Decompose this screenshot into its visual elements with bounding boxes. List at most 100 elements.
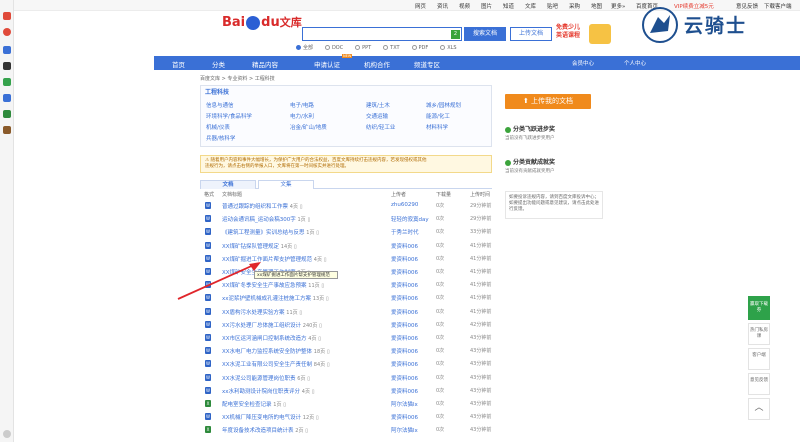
uploader-link[interactable]: 爱资料006 — [391, 268, 418, 276]
filter-option[interactable]: XLS — [440, 45, 457, 51]
baidu-wenku-logo[interactable]: Bai du文库 — [222, 14, 302, 30]
category-link[interactable]: 机械/仪表 — [206, 123, 230, 131]
game-icon[interactable] — [3, 126, 11, 134]
topnav-link[interactable]: 地图 — [591, 2, 602, 10]
document-title-link[interactable]: XX市区运河涵闸口控制系统改造方 4页 ▯ — [222, 334, 321, 342]
topnav-link[interactable]: 采购 — [569, 2, 580, 10]
category-link[interactable]: 环境科学/食品科学 — [206, 112, 252, 120]
search-button[interactable]: 搜索文档 — [464, 27, 506, 41]
topnav-link[interactable]: 贴吧 — [547, 2, 558, 10]
tab-collections[interactable]: 文集 — [258, 180, 314, 189]
upload-time: 43分钟前 — [470, 348, 492, 355]
nav-channel[interactable]: 频道专区 — [414, 59, 440, 69]
uploader-link[interactable]: 爱资料006 — [391, 347, 418, 355]
feedback-button[interactable]: 意见反馈 — [748, 373, 770, 395]
uploader-link[interactable]: 爱资料006 — [391, 413, 418, 421]
topnav-link[interactable]: 知道 — [503, 2, 514, 10]
award-icon — [505, 126, 511, 133]
uploader-link[interactable]: 爱资料006 — [391, 308, 418, 316]
category-link[interactable]: 纺织/轻工业 — [366, 123, 395, 131]
app-icon[interactable] — [3, 110, 11, 118]
hot-course-button[interactable]: 热门私房课 — [748, 323, 770, 345]
nav-home[interactable]: 首页 — [172, 59, 185, 69]
tab-documents[interactable]: 文档 — [200, 180, 256, 189]
document-title-link[interactable]: XX水泥公司能源管理岗位职责 6页 ▯ — [222, 374, 310, 382]
uploader-link[interactable]: 爱资料006 — [391, 255, 418, 263]
back-to-top-button[interactable]: ︿ — [748, 398, 770, 420]
nav-category[interactable]: 分类 — [212, 59, 225, 69]
nav-personal-center[interactable]: 个人中心 — [624, 59, 646, 67]
document-title-link[interactable]: XX煤矿钻探队管理规定 14页 ▯ — [222, 242, 297, 250]
category-link[interactable]: 信息与通信 — [206, 101, 234, 109]
filter-option[interactable]: 全部 — [296, 44, 313, 51]
nav-member-center[interactable]: 会员中心 — [572, 59, 594, 67]
nav-premium[interactable]: 精品内容 — [252, 59, 278, 69]
uploader-link[interactable]: 爱资料006 — [391, 374, 418, 382]
category-link[interactable]: 冶金/矿山/地质 — [290, 123, 327, 131]
category-link[interactable]: 城乡/园林规划 — [426, 101, 461, 109]
topnav-link[interactable]: 视频 — [459, 2, 470, 10]
uploader-link[interactable]: 爱资料006 — [391, 281, 418, 289]
uploader-link[interactable]: 爱资料006 — [391, 360, 418, 368]
uploader-link[interactable]: 爱资料006 — [391, 242, 418, 250]
category-link[interactable]: 材料科学 — [426, 123, 448, 131]
document-title-link[interactable]: 普通过跟踪的组织和工作票 4页 ▯ — [222, 202, 302, 210]
topnav-link[interactable]: 图片 — [481, 2, 492, 10]
upload-icon: ⬆ — [522, 97, 532, 105]
document-title-link[interactable]: 运动会通讯稿_运动会稿300字 1页 ▯ — [222, 215, 310, 223]
category-link[interactable]: 兵器/核科学 — [206, 134, 235, 142]
category-link[interactable]: 能源/化工 — [426, 112, 450, 120]
word-file-icon: W — [205, 241, 211, 249]
get-voucher-button[interactable]: 赢取下载券 — [748, 296, 770, 320]
weibo-icon[interactable] — [3, 12, 11, 20]
uploader-link[interactable]: 轻轻的寂寞day — [391, 215, 429, 223]
document-title-link[interactable]: XX盾构污水处理实验方案 11页 ▯ — [222, 308, 302, 316]
topnav-link[interactable]: 资讯 — [437, 2, 448, 10]
document-title-link[interactable]: 配电室安全检查记录 1页 ▯ — [222, 400, 286, 408]
app-icon[interactable] — [3, 46, 11, 54]
uploader-link[interactable]: 阿尔法猫lx — [391, 426, 418, 434]
uploader-link[interactable]: 爱资料006 — [391, 294, 418, 302]
filter-option[interactable]: DOC — [324, 45, 343, 51]
app-icon[interactable] — [3, 62, 11, 70]
document-title-link[interactable]: 年度设备技术改造项目统计表 2页 ▯ — [222, 426, 308, 434]
upload-document-button[interactable]: 上传文档 — [510, 27, 552, 41]
document-title-link[interactable]: XX水泥工业有限公司安全生产责任制 84页 ▯ — [222, 360, 330, 368]
document-title-link[interactable]: XX污水处理厂总体施工组织设计 240页 ▯ — [222, 321, 322, 329]
topnav-link[interactable]: 网页 — [415, 2, 426, 10]
promo-banner[interactable]: 免费少儿 英语课程 — [556, 24, 616, 46]
filter-option[interactable]: TXT — [383, 45, 400, 51]
filter-option[interactable]: PPT — [355, 45, 371, 51]
nav-certification[interactable]: 申请认证 — [314, 59, 340, 69]
uploader-link[interactable]: zhu60290 — [391, 202, 418, 208]
uploader-link[interactable]: 阿尔法猫lx — [391, 400, 418, 408]
document-title-link[interactable]: xx水利勘测设计院岗位职责评分 4页 ▯ — [222, 387, 314, 395]
topnav-link[interactable]: 文库 — [525, 2, 536, 10]
breadcrumb-item[interactable]: 百度文库 — [200, 76, 220, 82]
mobile-icon: ▯ — [293, 243, 297, 250]
uploader-link[interactable]: 爱资料006 — [391, 334, 418, 342]
category-link[interactable]: 电力/水利 — [290, 112, 314, 120]
app-icon[interactable] — [3, 94, 11, 102]
category-link[interactable]: 电子/电路 — [290, 101, 314, 109]
filter-option[interactable]: PDF — [411, 45, 428, 51]
category-link[interactable]: 交通运输 — [366, 112, 388, 120]
app-icon[interactable] — [3, 28, 11, 36]
client-button[interactable]: 客户端 — [748, 348, 770, 370]
topnav-more[interactable]: 更多» — [611, 2, 625, 10]
add-icon[interactable] — [3, 430, 11, 438]
breadcrumb-item[interactable]: 专业资料 — [227, 76, 247, 82]
app-icon[interactable] — [3, 78, 11, 86]
uploader-link[interactable]: 爱资料006 — [391, 321, 418, 329]
uploader-link[interactable]: 于秀兰时代 — [391, 228, 419, 236]
document-title-link[interactable]: 《建筑工程测量》实训总结与反思 1页 ▯ — [222, 228, 319, 236]
table-row: W 《建筑工程测量》实训总结与反思 1页 ▯ 于秀兰时代 0次 33分钟前 — [200, 226, 492, 238]
nav-institution[interactable]: 机构合作 — [364, 59, 390, 69]
upload-my-document-button[interactable]: ⬆ 上传我的文档 — [505, 94, 591, 109]
document-title-link[interactable]: XX水电厂电力监控系统安全防护整体 18页 ▯ — [222, 347, 330, 355]
search-input[interactable]: 2 — [302, 27, 462, 41]
breadcrumb-item[interactable]: 工程科技 — [255, 76, 275, 82]
category-link[interactable]: 建筑/土木 — [366, 101, 390, 109]
uploader-link[interactable]: 爱资料006 — [391, 387, 418, 395]
document-title-link[interactable]: XX机械厂降压变电所的电气设计 12页 ▯ — [222, 413, 319, 421]
